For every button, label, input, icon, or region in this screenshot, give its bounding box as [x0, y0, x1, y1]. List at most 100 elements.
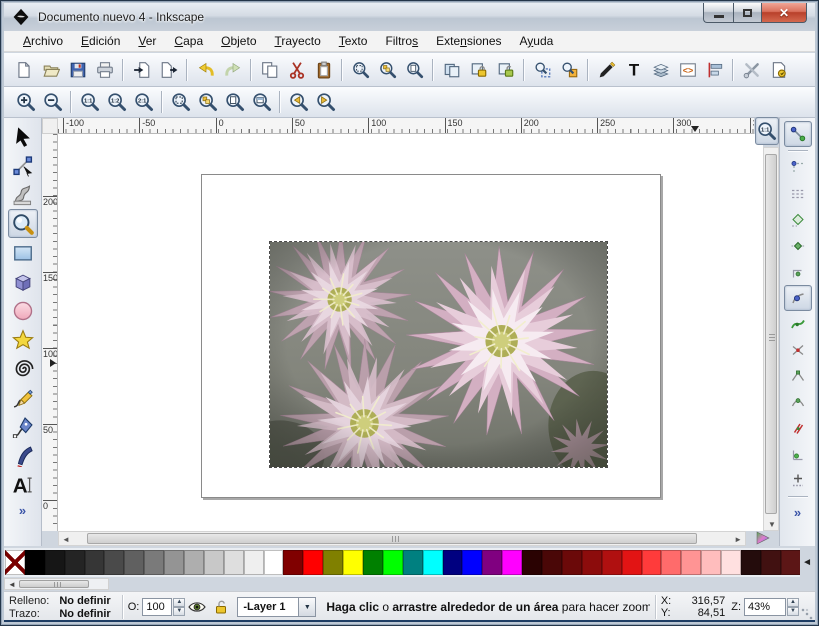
palette-swatch[interactable]: [462, 550, 482, 575]
palette-swatch[interactable]: [85, 550, 105, 575]
snap-bounding-box-button[interactable]: [784, 155, 812, 181]
find-button[interactable]: [556, 57, 583, 83]
palette-swatch[interactable]: [423, 550, 443, 575]
menu-item-objeto[interactable]: Objeto: [212, 32, 265, 50]
menu-item-ayuda[interactable]: Ayuda: [511, 32, 563, 50]
zoom-out-button[interactable]: [39, 89, 66, 115]
scroll-right-arrow[interactable]: ►: [734, 535, 742, 544]
opacity-down-arrow[interactable]: ▼: [173, 607, 185, 616]
zoom-next-button[interactable]: [312, 89, 339, 115]
zoom-in-button[interactable]: [12, 89, 39, 115]
palette-swatch[interactable]: [184, 550, 204, 575]
palette-swatch[interactable]: [303, 550, 323, 575]
palette-swatch[interactable]: [781, 550, 800, 575]
toolbox-overflow-button[interactable]: »: [19, 503, 26, 518]
document-properties-button[interactable]: [765, 57, 792, 83]
v-ruler[interactable]: 200150100500: [42, 134, 58, 531]
palette-swatch-none[interactable]: [5, 550, 25, 575]
horizontal-scrollbar[interactable]: ◄ ►: [58, 531, 746, 546]
zoom-previous-button[interactable]: [285, 89, 312, 115]
select-original-button[interactable]: [529, 57, 556, 83]
zoom-page-button-2[interactable]: [221, 89, 248, 115]
horizontal-scrollbar-thumb[interactable]: [87, 533, 697, 544]
star-tool[interactable]: [8, 325, 38, 354]
palette-scroll-left-arrow[interactable]: ◄: [802, 557, 812, 568]
undo-button[interactable]: [192, 57, 219, 83]
new-document-button[interactable]: [10, 57, 37, 83]
ellipse-tool[interactable]: [8, 296, 38, 325]
palette-swatch[interactable]: [204, 550, 224, 575]
canvas[interactable]: [58, 134, 763, 531]
fill-stroke-button[interactable]: [593, 57, 620, 83]
snap-rotation-centers-button[interactable]: [784, 467, 812, 493]
palette-swatch[interactable]: [622, 550, 642, 575]
layer-selector[interactable]: -Layer 1 ▼: [237, 597, 316, 617]
palette-swatch[interactable]: [323, 550, 343, 575]
tweak-tool[interactable]: [8, 180, 38, 209]
palette-swatch[interactable]: [264, 550, 284, 575]
snap-bbox-corners-button[interactable]: [784, 207, 812, 233]
zoom-2-1-button[interactable]: 2:1: [130, 89, 157, 115]
palette-scrollbar-left-arrow[interactable]: ◄: [5, 580, 19, 589]
layer-visibility-eye-icon[interactable]: [188, 599, 206, 615]
zoom-down-arrow[interactable]: ▼: [787, 607, 799, 616]
enable-snapping-button[interactable]: [784, 121, 812, 147]
save-button[interactable]: [64, 57, 91, 83]
palette-swatch[interactable]: [681, 550, 701, 575]
opacity-spinbox[interactable]: 100 ▲▼: [142, 598, 185, 616]
maximize-button[interactable]: [733, 3, 762, 23]
menu-item-archivo[interactable]: Archivo: [14, 32, 72, 50]
snap-nodes-button[interactable]: [784, 285, 812, 311]
resize-grip[interactable]: [801, 608, 813, 620]
print-button[interactable]: [91, 57, 118, 83]
unlink-clone-button[interactable]: [492, 57, 519, 83]
snap-midpoints-button[interactable]: [784, 415, 812, 441]
zoom-1-2-button[interactable]: 1:2: [103, 89, 130, 115]
snap-smooth-nodes-button[interactable]: [784, 389, 812, 415]
open-button[interactable]: [37, 57, 64, 83]
palette-swatch[interactable]: [522, 550, 542, 575]
vertical-scrollbar[interactable]: ▼: [763, 147, 779, 531]
opacity-value[interactable]: 100: [142, 598, 172, 616]
layer-unlock-icon[interactable]: [212, 599, 230, 615]
palette-swatch[interactable]: [761, 550, 781, 575]
palette-swatch[interactable]: [403, 550, 423, 575]
sticky-zoom-button[interactable]: 1:1: [755, 117, 779, 145]
palette-scrollbar[interactable]: ◄: [4, 578, 109, 590]
minimize-button[interactable]: [703, 3, 733, 23]
create-clone-button[interactable]: [465, 57, 492, 83]
palette-swatch[interactable]: [124, 550, 144, 575]
menu-item-texto[interactable]: Texto: [330, 32, 377, 50]
zoom-page-button[interactable]: [401, 57, 428, 83]
align-dialog-button[interactable]: [701, 57, 728, 83]
menu-item-capa[interactable]: Capa: [165, 32, 212, 50]
3d-box-tool[interactable]: [8, 267, 38, 296]
calligraphy-tool[interactable]: [8, 441, 38, 470]
export-button[interactable]: [155, 57, 182, 83]
color-managed-display-toggle[interactable]: [749, 529, 777, 547]
h-ruler[interactable]: -100-50050100150200250300350: [58, 118, 754, 134]
duplicate-button[interactable]: [438, 57, 465, 83]
menu-item-trayecto[interactable]: Trayecto: [266, 32, 330, 50]
copy-button[interactable]: [256, 57, 283, 83]
palette-swatch[interactable]: [244, 550, 264, 575]
palette-swatch[interactable]: [104, 550, 124, 575]
snap-bbox-centers-button[interactable]: [784, 259, 812, 285]
layer-dropdown-button[interactable]: ▼: [299, 597, 316, 617]
zoom-selection-button[interactable]: [347, 57, 374, 83]
fill-stroke-indicator[interactable]: Relleno: No definir Trazo: No definir: [4, 595, 117, 620]
zoom-selection-button-2[interactable]: [167, 89, 194, 115]
snap-path-intersections-button[interactable]: [784, 337, 812, 363]
pencil-tool[interactable]: [8, 383, 38, 412]
snap-bbox-edges-button[interactable]: [784, 181, 812, 207]
snap-toolbar-overflow-button[interactable]: »: [794, 505, 801, 520]
palette-swatch[interactable]: [65, 550, 85, 575]
palette-swatch[interactable]: [224, 550, 244, 575]
paste-button[interactable]: [310, 57, 337, 83]
xml-editor-button[interactable]: [674, 57, 701, 83]
zoom-up-arrow[interactable]: ▲: [787, 598, 799, 607]
snap-cusp-nodes-button[interactable]: [784, 363, 812, 389]
layers-dialog-button[interactable]: [647, 57, 674, 83]
zoom-page-width-button[interactable]: [248, 89, 275, 115]
zoom-spinbox[interactable]: 43% ▲▼: [744, 598, 799, 616]
